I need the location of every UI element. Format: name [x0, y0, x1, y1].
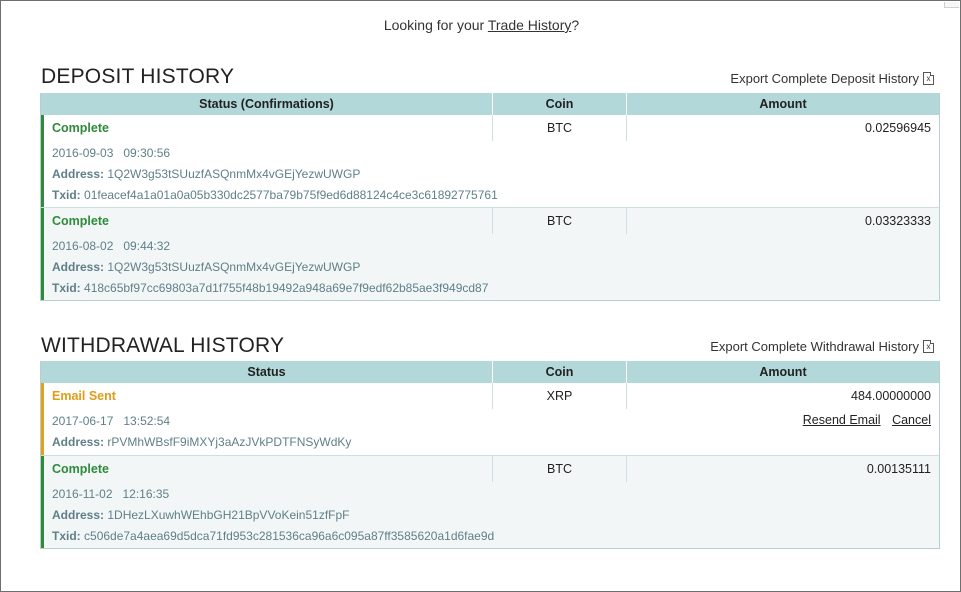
- address-label: Address:: [52, 508, 105, 522]
- address-label: Address:: [52, 435, 105, 449]
- address-label: Address:: [52, 167, 105, 181]
- excel-file-icon[interactable]: x: [923, 72, 934, 85]
- row-txid: Txid: 418c65bf97cc69803a7d1f755f48b19492…: [41, 278, 939, 299]
- amount-cell: 0.00135111: [866, 462, 931, 476]
- status-text: Complete: [41, 208, 493, 234]
- address-label: Address:: [52, 260, 105, 274]
- deposit-history-table: Status (Confirmations) Coin Amount Compl…: [40, 93, 940, 301]
- txid-value: c506de7a4aea69d5dca71fd953c281536ca96a6c…: [84, 529, 495, 543]
- trade-history-link[interactable]: Trade History: [488, 17, 572, 33]
- txid-value: 418c65bf97cc69803a7d1f755f48b19492a948a6…: [84, 281, 489, 295]
- status-text: Email Sent: [41, 383, 493, 409]
- amount-cell: 0.02596945: [864, 121, 931, 135]
- row-txid: Txid: c506de7a4aea69d5dca71fd953c281536c…: [41, 526, 939, 547]
- column-header-amount: Amount: [759, 365, 807, 379]
- withdrawal-table-header: Status Coin Amount: [41, 361, 939, 383]
- cancel-withdrawal-link[interactable]: Cancel: [892, 413, 931, 427]
- status-indicator-bar: [41, 456, 44, 548]
- status-text: Complete: [41, 456, 493, 482]
- export-withdrawal-label[interactable]: Export Complete Withdrawal History: [710, 339, 919, 354]
- txid-label: Txid:: [52, 281, 81, 295]
- row-txid: Txid: 01feacef4a1a01a0a05b330dc2577ba79b…: [41, 185, 939, 206]
- deposit-history-title: DEPOSIT HISTORY: [41, 65, 235, 88]
- row-datetime: 2016-08-02 09:44:32: [52, 239, 171, 253]
- status-indicator-bar: [41, 208, 44, 300]
- row-address: Address: 1Q2W3g53tSUuzfASQnmMx4vGEjYezwU…: [41, 257, 939, 278]
- row-address: Address: rPVMhWBsfF9iMXYj3aAzJVkPDTFNSyW…: [41, 432, 939, 453]
- row-address: Address: 1DHezLXuwhWEhbGH21BpVVoKein51zf…: [41, 505, 939, 526]
- address-value: 1Q2W3g53tSUuzfASQnmMx4vGEjYezwUWGP: [107, 167, 361, 181]
- txid-value: 01feacef4a1a01a0a05b330dc2577ba79b75f9ed…: [84, 188, 498, 202]
- scrollbar-corner[interactable]: [944, 2, 959, 8]
- withdrawal-row: Email Sent XRP 484.00000000 2017-06-17 1…: [41, 383, 939, 456]
- export-deposit-label[interactable]: Export Complete Deposit History: [730, 71, 919, 86]
- column-header-coin: Coin: [493, 361, 627, 383]
- address-value: 1Q2W3g53tSUuzfASQnmMx4vGEjYezwUWGP: [107, 260, 361, 274]
- txid-label: Txid:: [52, 529, 81, 543]
- address-value: 1DHezLXuwhWEhbGH21BpVVoKein51zfFpF: [107, 508, 350, 522]
- deposit-row: Complete BTC 0.02596945 2016-09-03 09:30…: [41, 115, 939, 208]
- column-header-coin: Coin: [493, 93, 627, 115]
- row-datetime: 2016-09-03 09:30:56: [52, 146, 171, 160]
- trade-history-suffix: ?: [571, 17, 580, 33]
- row-address: Address: 1Q2W3g53tSUuzfASQnmMx4vGEjYezwU…: [41, 164, 939, 185]
- withdrawal-history-title: WITHDRAWAL HISTORY: [41, 334, 285, 357]
- coin-cell: BTC: [493, 208, 627, 234]
- column-header-amount: Amount: [759, 97, 807, 111]
- export-withdrawal-history-link[interactable]: Export Complete Withdrawal History x: [710, 339, 934, 354]
- trade-history-prefix: Looking for your: [383, 17, 488, 33]
- deposit-row: Complete BTC 0.03323333 2016-08-02 09:44…: [41, 208, 939, 300]
- trade-history-prompt: Looking for your Trade History?: [1, 17, 961, 33]
- withdrawal-row: Complete BTC 0.00135111 2016-11-02 12:16…: [41, 456, 939, 548]
- status-indicator-bar: [41, 115, 44, 207]
- status-text: Complete: [41, 115, 493, 141]
- deposit-table-header: Status (Confirmations) Coin Amount: [41, 93, 939, 115]
- txid-label: Txid:: [52, 188, 81, 202]
- row-datetime: 2016-11-02 12:16:35: [52, 487, 170, 501]
- column-header-status: Status: [41, 361, 493, 383]
- withdrawal-actions: Resend Email Cancel: [795, 413, 931, 427]
- status-indicator-bar: [41, 383, 44, 455]
- coin-cell: BTC: [493, 456, 627, 482]
- coin-cell: BTC: [493, 115, 627, 141]
- resend-email-link[interactable]: Resend Email: [803, 413, 881, 427]
- excel-file-icon[interactable]: x: [923, 340, 934, 353]
- address-value: rPVMhWBsfF9iMXYj3aAzJVkPDTFNSyWdKy: [107, 435, 352, 449]
- export-deposit-history-link[interactable]: Export Complete Deposit History x: [730, 71, 934, 86]
- amount-cell: 0.03323333: [864, 214, 931, 228]
- amount-cell: 484.00000000: [851, 389, 931, 403]
- page-frame: Looking for your Trade History? DEPOSIT …: [0, 0, 961, 592]
- coin-cell: XRP: [493, 383, 627, 409]
- withdrawal-history-table: Status Coin Amount Email Sent XRP 484.00…: [40, 361, 940, 549]
- column-header-status: Status (Confirmations): [41, 93, 493, 115]
